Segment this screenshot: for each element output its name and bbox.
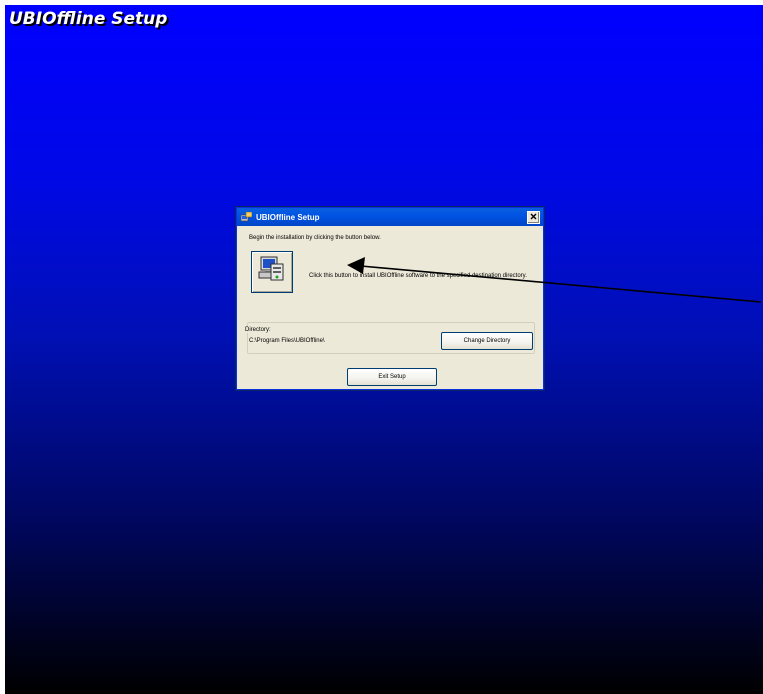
instruction-text: Begin the installation by clicking the b… — [249, 235, 381, 241]
setup-icon — [240, 211, 253, 222]
dialog-title: UBIOffline Setup — [256, 212, 320, 222]
computer-install-icon — [257, 255, 287, 290]
desktop-background: UBIOffline Setup UBIOffline Setup Begin … — [5, 5, 763, 694]
close-icon — [530, 213, 537, 222]
directory-label: Directory: — [243, 327, 273, 333]
setup-banner-title: UBIOffline Setup — [9, 9, 168, 29]
setup-dialog: UBIOffline Setup Begin the installation … — [236, 207, 544, 390]
install-button[interactable] — [251, 251, 293, 293]
directory-path: C:\Program Files\UBIOffline\ — [249, 338, 325, 344]
install-description: Click this button to install UBIOffline … — [309, 273, 527, 279]
close-button[interactable] — [527, 211, 540, 224]
change-directory-button[interactable]: Change Directory — [441, 332, 533, 350]
dialog-titlebar[interactable]: UBIOffline Setup — [237, 208, 543, 226]
exit-setup-button[interactable]: Exit Setup — [347, 368, 437, 386]
